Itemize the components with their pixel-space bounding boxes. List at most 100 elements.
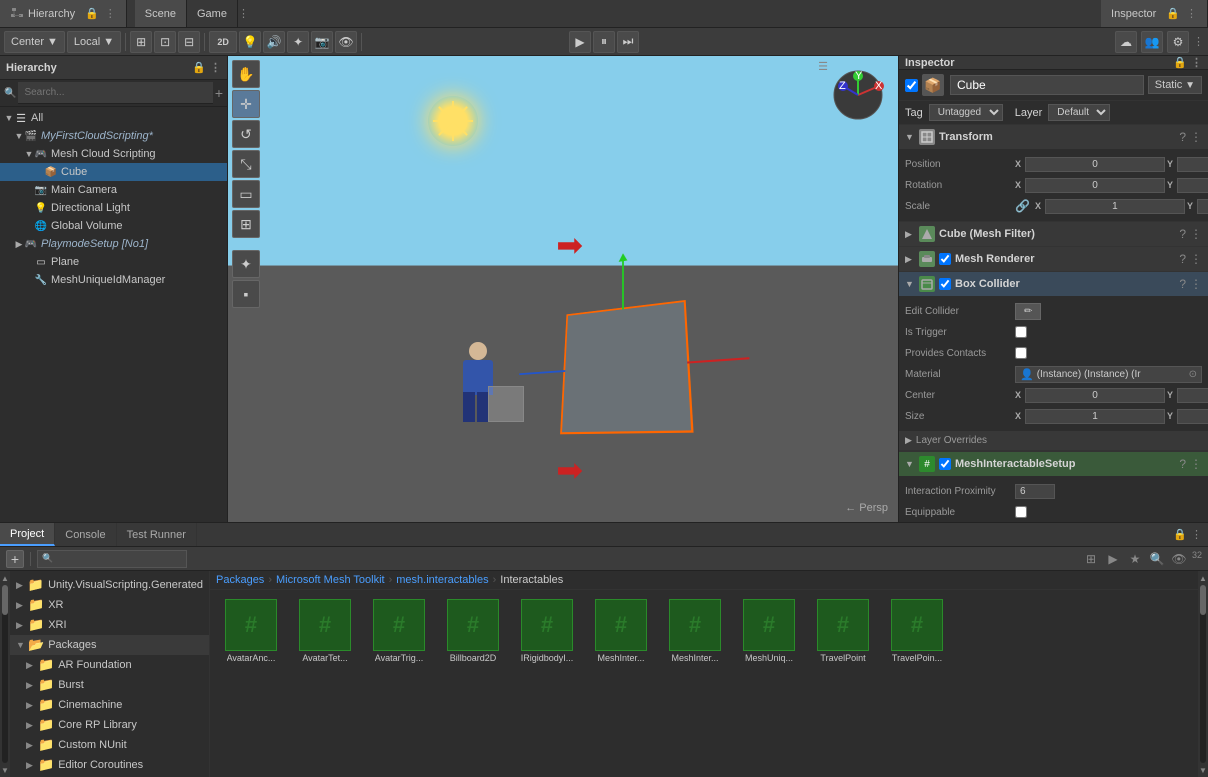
tab-hierarchy[interactable]: Hierarchy 🔒 ⋮ [0, 0, 127, 27]
inspector-more-header[interactable]: ⋮ [1191, 56, 1202, 69]
ptb-layout[interactable]: ⊞ [1082, 550, 1100, 568]
folder-editor-coroutines[interactable]: ▶ 📁 Editor Coroutines [10, 755, 209, 775]
hierarchy-more-btn[interactable]: ⋮ [210, 61, 221, 74]
mesh-renderer-checkbox[interactable] [939, 253, 951, 265]
pos-y-input[interactable] [1177, 157, 1208, 172]
scene-camera-btn[interactable]: 📷 [311, 31, 333, 53]
scale-y-input[interactable] [1197, 199, 1208, 214]
is-trigger-checkbox[interactable] [1015, 326, 1027, 338]
tag-select[interactable]: Untagged [929, 104, 1003, 121]
rect-tool[interactable]: ▭ [232, 180, 260, 208]
tab-console[interactable]: Console [55, 523, 116, 546]
scene-hamburger[interactable]: ☰ [818, 60, 828, 73]
tab-game[interactable]: Game [187, 0, 238, 27]
cloud-btn[interactable]: ☁ [1115, 31, 1137, 53]
mesh-renderer-header[interactable]: ▶ Mesh Renderer ? ⋮ [899, 247, 1208, 271]
mesh-interactable-header[interactable]: ▼ # MeshInteractableSetup ? ⋮ [899, 452, 1208, 476]
hierarchy-menu-icon[interactable]: ⋮ [105, 7, 116, 20]
tab-test-runner[interactable]: Test Runner [117, 523, 197, 546]
folder-ar[interactable]: ▶ 📁 AR Foundation [10, 655, 209, 675]
sy-input[interactable] [1177, 409, 1208, 424]
inspector-lock-header[interactable]: 🔒 [1173, 56, 1187, 69]
custom-tool2[interactable]: ▪ [232, 280, 260, 308]
transform-more[interactable]: ⋮ [1190, 130, 1202, 144]
cx-input[interactable] [1025, 388, 1165, 403]
toolbar-menu-icon[interactable]: ⋮ [1193, 35, 1204, 48]
mesh-filter-help[interactable]: ? [1179, 227, 1186, 241]
rot-x-input[interactable] [1025, 178, 1165, 193]
obj-name-input[interactable] [950, 75, 1144, 95]
transform-tool[interactable]: ⊞ [232, 210, 260, 238]
step-btn[interactable]: ⏭ [617, 31, 639, 53]
asset-travelpoint2[interactable]: # TravelPoin... [882, 596, 952, 666]
mesh-filter-header[interactable]: ▶ Cube (Mesh Filter) ? ⋮ [899, 222, 1208, 246]
mesh-int-checkbox[interactable] [939, 458, 951, 470]
tab-inspector[interactable]: Inspector 🔒 ⋮ [1101, 0, 1208, 27]
mesh-int-help[interactable]: ? [1179, 457, 1186, 471]
tree-item-light[interactable]: ▶ 💡 Directional Light [0, 199, 227, 217]
inspector-menu-icon[interactable]: ⋮ [1186, 7, 1197, 20]
gizmos-btn[interactable]: 👁 [335, 31, 357, 53]
asset-irigidbody[interactable]: # IRigidbodyI... [512, 596, 582, 666]
folder-visual-scripting[interactable]: ▶ 📁 Unity.VisualScripting.Generated [10, 575, 209, 595]
settings-btn[interactable]: ⚙ [1167, 31, 1189, 53]
folder-packages[interactable]: ▼ 📂 Packages [10, 635, 209, 655]
tree-item-all[interactable]: ▼ ☰ All [0, 109, 227, 127]
asset-billboard2d[interactable]: # Billboard2D [438, 596, 508, 666]
box-collider-help[interactable]: ? [1179, 277, 1186, 291]
center-pivot-btn[interactable]: Center ▼ [4, 31, 65, 53]
fx-btn[interactable]: ✦ [287, 31, 309, 53]
asset-travelpoint1[interactable]: # TravelPoint [808, 596, 878, 666]
static-badge[interactable]: Static ▼ [1148, 76, 1202, 94]
asset-meshinter1[interactable]: # MeshInter... [586, 596, 656, 666]
tree-item-mesh-uid[interactable]: ▶ 🔧 MeshUniqueIdManager [0, 271, 227, 289]
folder-core-rp[interactable]: ▶ 📁 Core RP Library [10, 715, 209, 735]
ptb-filter[interactable]: ▶ [1104, 550, 1122, 568]
asset-avatar-tet[interactable]: # AvatarTet... [290, 596, 360, 666]
folder-burst[interactable]: ▶ 📁 Burst [10, 675, 209, 695]
ptb-eye[interactable]: 👁 [1170, 550, 1188, 568]
scale-tool[interactable]: ⤡ [232, 150, 260, 178]
project-add-btn[interactable]: + [6, 550, 24, 568]
scene-selected-cube[interactable] [560, 300, 693, 434]
hierarchy-lock-icon[interactable]: 🔒 [85, 7, 99, 20]
left-scroll-up[interactable]: ▲ [0, 573, 10, 583]
right-scroll-track[interactable] [1200, 585, 1206, 763]
edit-collider-btn[interactable]: ✏ [1015, 303, 1041, 320]
material-field[interactable]: 👤 (Instance) (Instance) (Ir ⊙ [1015, 366, 1202, 383]
pause-btn[interactable]: ⏸ [593, 31, 615, 53]
layer-overrides[interactable]: ▶ Layer Overrides [899, 431, 1208, 451]
tree-item-camera[interactable]: ▶ 📷 Main Camera [0, 181, 227, 199]
scene-menu-icon[interactable]: ⋮ [238, 7, 249, 20]
snapping-btn[interactable]: ⊟ [178, 31, 200, 53]
hierarchy-search-input[interactable] [18, 82, 212, 104]
folder-xr[interactable]: ▶ 📁 XR [10, 595, 209, 615]
hierarchy-add-btn[interactable]: + [215, 85, 223, 101]
pos-x-input[interactable] [1025, 157, 1165, 172]
folder-xri[interactable]: ▶ 📁 XRI [10, 615, 209, 635]
grid-btn[interactable]: ⊞ [130, 31, 152, 53]
tree-item-plane[interactable]: ▶ ▭ Plane [0, 253, 227, 271]
project-more[interactable]: ⋮ [1191, 528, 1202, 541]
rot-y-input[interactable] [1177, 178, 1208, 193]
material-select-icon[interactable]: ⊙ [1189, 369, 1197, 380]
ptb-star[interactable]: ★ [1126, 550, 1144, 568]
tree-item-volume[interactable]: ▶ 🌐 Global Volume [0, 217, 227, 235]
sx-input[interactable] [1025, 409, 1165, 424]
mesh-filter-more[interactable]: ⋮ [1190, 227, 1202, 241]
hierarchy-lock-btn[interactable]: 🔒 [192, 61, 206, 74]
gizmo-widget[interactable]: X Y Z [831, 68, 886, 123]
cy-input[interactable] [1177, 388, 1208, 403]
asset-meshuniq[interactable]: # MeshUniq... [734, 596, 804, 666]
tree-item-playmode[interactable]: ▶ 🎮 PlaymodeSetup [No1] [0, 235, 227, 253]
box-collider-more[interactable]: ⋮ [1190, 277, 1202, 291]
left-scroll-track[interactable] [2, 585, 8, 763]
right-scroll-up[interactable]: ▲ [1198, 573, 1208, 583]
play-btn[interactable]: ▶ [569, 31, 591, 53]
hand-tool[interactable]: ✋ [232, 60, 260, 88]
obj-active-checkbox[interactable] [905, 79, 918, 92]
breadcrumb-packages[interactable]: Packages [216, 574, 264, 586]
box-collider-header[interactable]: ▼ Box Collider ? ⋮ [899, 272, 1208, 296]
mesh-renderer-help[interactable]: ? [1179, 252, 1186, 266]
move-tool[interactable]: ✛ [232, 90, 260, 118]
